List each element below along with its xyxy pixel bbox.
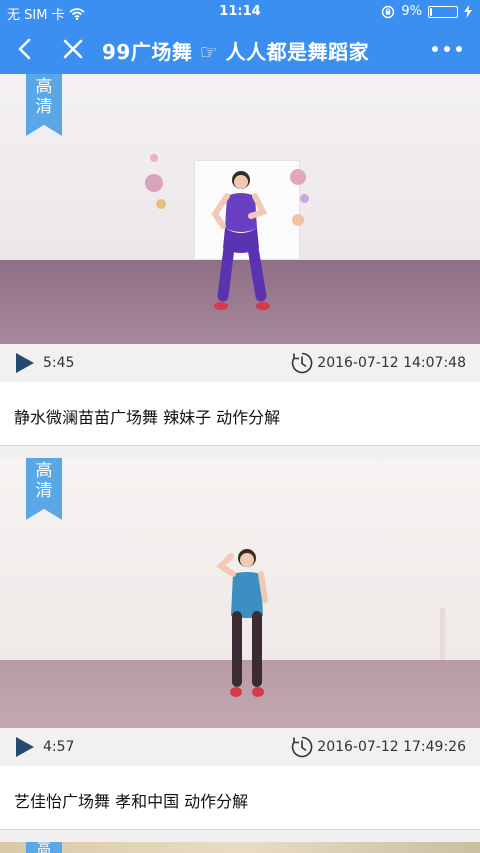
card-divider xyxy=(0,830,480,842)
video-duration: 4:57 xyxy=(43,739,75,755)
app-header: 无 SIM 卡 11:14 9% 99广场舞 ☞ 人人都是舞蹈家 xyxy=(0,0,480,74)
video-title-row[interactable]: 静水微澜苗苗广场舞 辣妹子 动作分解 xyxy=(0,382,480,446)
status-bar: 无 SIM 卡 11:14 9% xyxy=(0,0,480,24)
battery-percent: 9% xyxy=(401,4,422,19)
rotation-lock-icon xyxy=(382,5,395,18)
close-icon[interactable] xyxy=(58,34,88,64)
video-thumbnail[interactable]: 高 清 xyxy=(0,458,480,728)
hd-badge: 高 xyxy=(26,842,62,853)
video-thumbnail[interactable]: 高 xyxy=(0,842,480,853)
wall-decoration xyxy=(300,194,309,203)
battery-icon xyxy=(428,5,458,18)
status-right: 9% xyxy=(381,4,472,19)
wall-edge xyxy=(440,608,445,668)
page-title: 99广场舞 ☞ 人人都是舞蹈家 xyxy=(102,40,370,64)
video-thumbnail[interactable]: 高 清 xyxy=(0,74,480,344)
wall-decoration xyxy=(290,169,306,185)
video-duration: 5:45 xyxy=(43,355,75,371)
back-icon[interactable] xyxy=(10,34,40,64)
wall-decoration xyxy=(150,154,158,162)
more-dot-icon xyxy=(456,46,462,52)
dancer-figure xyxy=(211,171,270,310)
dancer-figure xyxy=(216,549,268,697)
play-icon[interactable] xyxy=(16,353,34,373)
video-meta-bar: 5:45 2016-07-12 14:07:48 xyxy=(0,344,480,382)
hd-badge-char: 清 xyxy=(35,97,53,117)
wall-decoration xyxy=(292,214,304,226)
play-icon[interactable] xyxy=(16,737,34,757)
more-dot-icon xyxy=(432,46,438,52)
video-card[interactable]: 高 xyxy=(0,842,480,853)
wall-decoration xyxy=(145,174,163,192)
video-meta-bar: 4:57 2016-07-12 17:49:26 xyxy=(0,728,480,766)
more-dot-icon xyxy=(444,46,450,52)
more-menu-button[interactable] xyxy=(432,36,462,62)
video-datetime: 2016-07-12 17:49:26 xyxy=(317,739,466,755)
wall-decoration xyxy=(156,199,166,209)
hd-badge-char: 高 xyxy=(35,461,53,481)
charging-icon xyxy=(464,5,472,18)
card-divider xyxy=(0,446,480,458)
video-title-row[interactable]: 艺佳怡广场舞 孝和中国 动作分解 xyxy=(0,766,480,830)
video-title[interactable]: 艺佳怡广场舞 孝和中国 动作分解 xyxy=(14,788,248,812)
clock-icon xyxy=(291,736,313,758)
hd-badge-char: 清 xyxy=(35,481,53,501)
video-datetime: 2016-07-12 14:07:48 xyxy=(317,355,466,371)
video-title[interactable]: 静水微澜苗苗广场舞 辣妹子 动作分解 xyxy=(14,404,280,428)
battery-level xyxy=(430,7,432,16)
nav-bar: 99广场舞 ☞ 人人都是舞蹈家 xyxy=(0,24,480,74)
clock-icon xyxy=(291,352,313,374)
hd-badge-char: 高 xyxy=(37,842,51,853)
hd-badge-char: 高 xyxy=(35,77,53,97)
